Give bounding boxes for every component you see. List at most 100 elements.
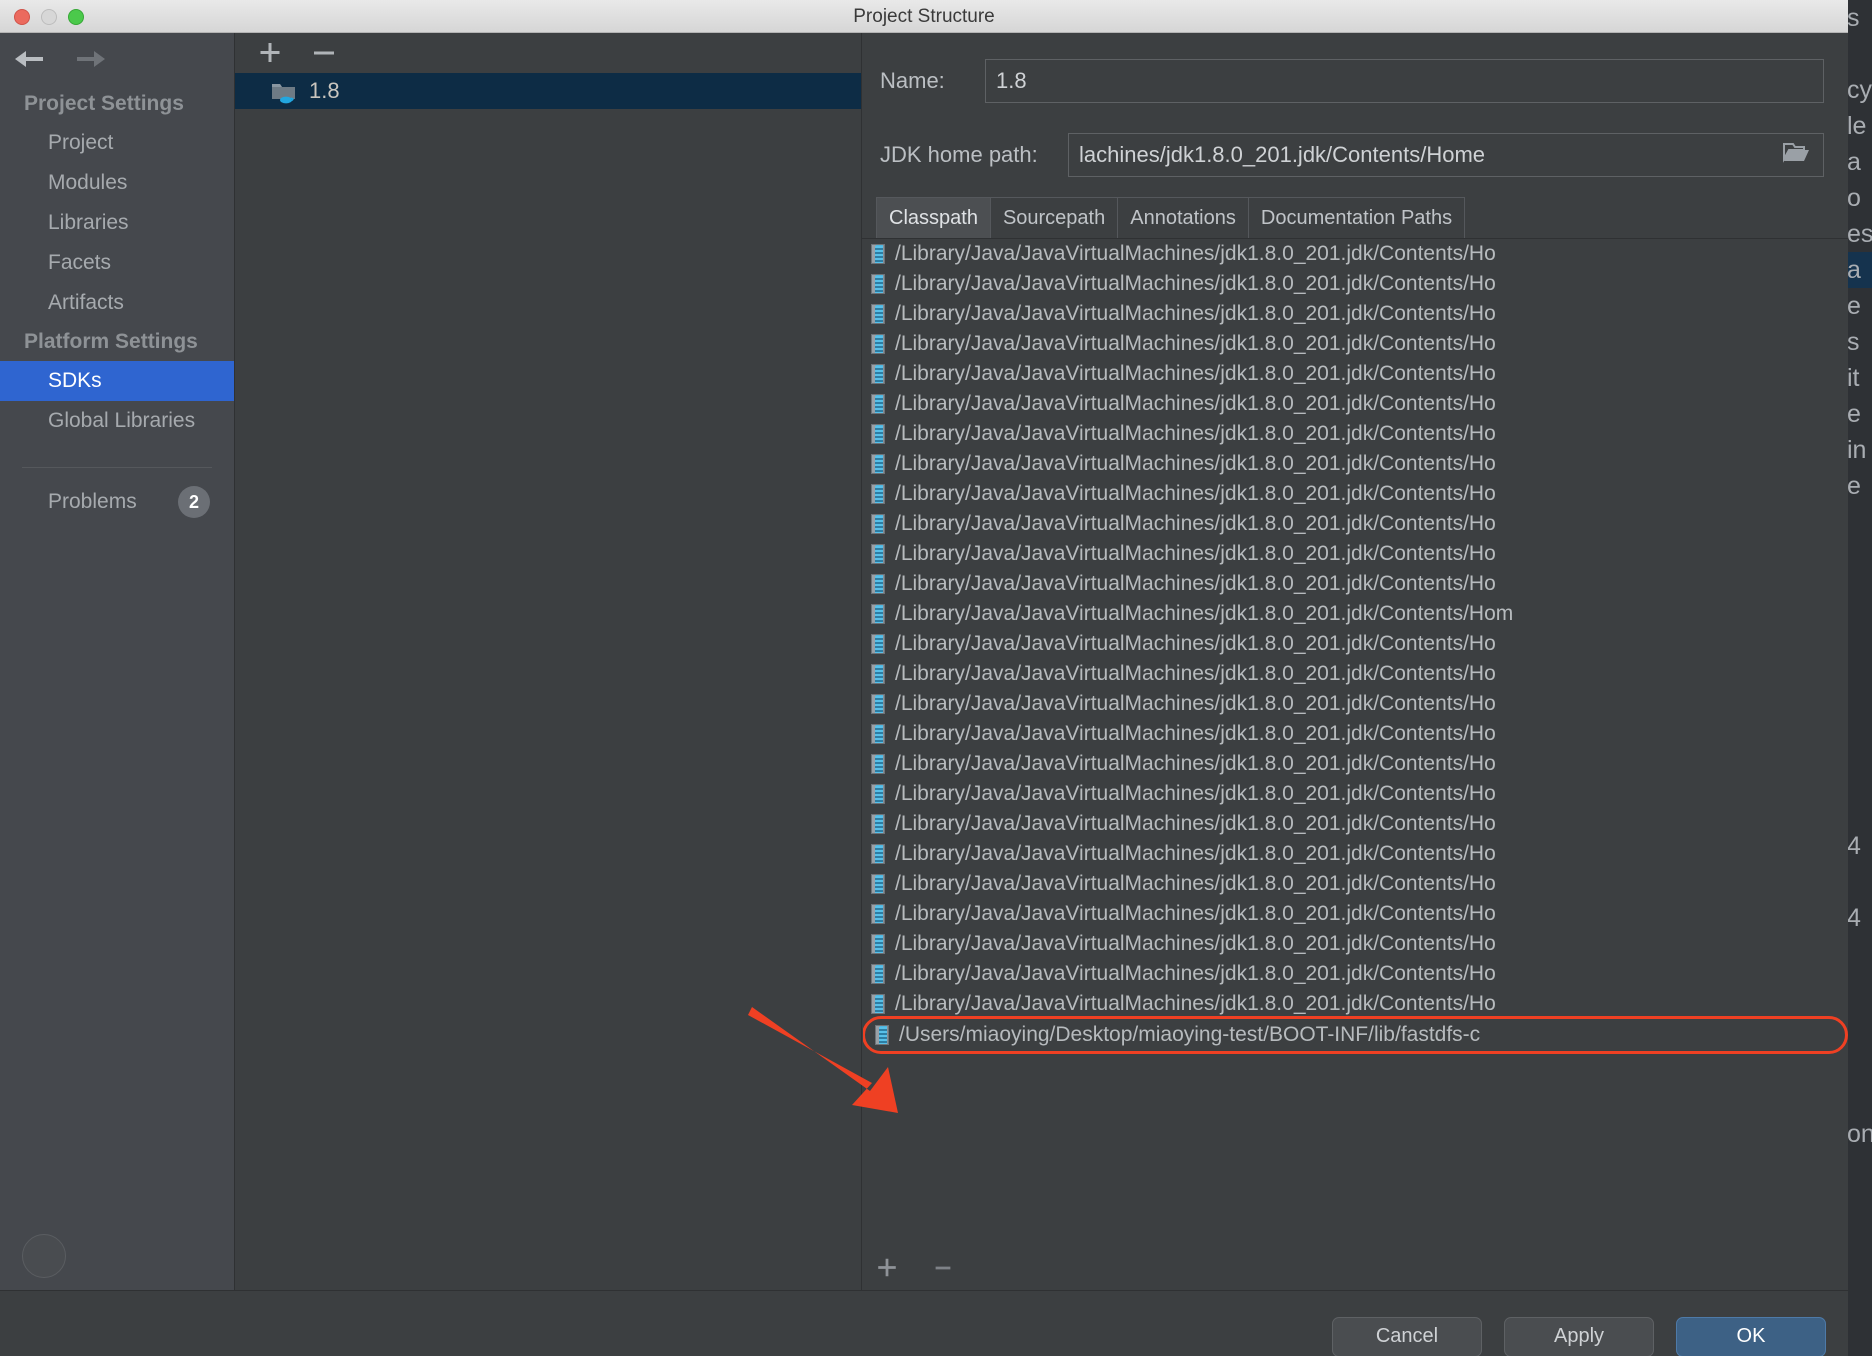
background-window-text-fragment	[1846, 612, 1872, 648]
jar-archive-icon	[871, 874, 885, 894]
add-classpath-button[interactable]	[870, 1251, 904, 1285]
sidebar-item-modules[interactable]: Modules	[0, 163, 234, 203]
classpath-row-label: /Library/Java/JavaVirtualMachines/jdk1.8…	[895, 572, 1496, 595]
background-window-sliver[interactable]: s cy le a o es a e s it e in e 4 4 on	[1846, 0, 1872, 1356]
classpath-row[interactable]: /Library/Java/JavaVirtualMachines/jdk1.8…	[863, 269, 1848, 299]
background-window-text-fragment	[1846, 648, 1872, 684]
background-window-text-fragment	[1846, 792, 1872, 828]
classpath-row[interactable]: /Library/Java/JavaVirtualMachines/jdk1.8…	[863, 749, 1848, 779]
classpath-row[interactable]: /Library/Java/JavaVirtualMachines/jdk1.8…	[863, 599, 1848, 629]
classpath-row[interactable]: /Library/Java/JavaVirtualMachines/jdk1.8…	[863, 659, 1848, 689]
sidebar-item-facets[interactable]: Facets	[0, 243, 234, 283]
back-arrow-icon[interactable]	[12, 45, 46, 73]
group-title-project-settings: Project Settings	[24, 92, 184, 115]
apply-button[interactable]: Apply	[1504, 1316, 1654, 1356]
tab-documentation-paths[interactable]: Documentation Paths	[1247, 197, 1466, 238]
jar-archive-icon	[871, 904, 885, 924]
sidebar-item-project[interactable]: Project	[0, 123, 234, 163]
jar-archive-icon	[871, 544, 885, 564]
jar-archive-icon	[871, 304, 885, 324]
dialog-footer: Cancel Apply OK	[0, 1290, 1848, 1356]
classpath-row-label: /Library/Java/JavaVirtualMachines/jdk1.8…	[895, 512, 1496, 535]
classpath-list[interactable]: /Library/Java/JavaVirtualMachines/jdk1.8…	[863, 239, 1848, 1246]
background-window-text-fragment	[1846, 36, 1872, 72]
classpath-row[interactable]: /Library/Java/JavaVirtualMachines/jdk1.8…	[863, 689, 1848, 719]
classpath-row-label: /Library/Java/JavaVirtualMachines/jdk1.8…	[895, 602, 1514, 625]
jar-archive-icon	[871, 334, 885, 354]
classpath-row[interactable]: /Library/Java/JavaVirtualMachines/jdk1.8…	[863, 509, 1848, 539]
classpath-row[interactable]: /Library/Java/JavaVirtualMachines/jdk1.8…	[863, 989, 1848, 1019]
classpath-row[interactable]: /Library/Java/JavaVirtualMachines/jdk1.8…	[863, 329, 1848, 359]
classpath-row-label: /Library/Java/JavaVirtualMachines/jdk1.8…	[895, 902, 1496, 925]
classpath-row-label: /Library/Java/JavaVirtualMachines/jdk1.8…	[895, 392, 1496, 415]
background-window-text-fragment	[1846, 576, 1872, 612]
classpath-row[interactable]: /Library/Java/JavaVirtualMachines/jdk1.8…	[863, 899, 1848, 929]
sdk-list-empty-area[interactable]	[235, 109, 861, 1290]
background-window-text-fragment: e	[1847, 472, 1861, 500]
classpath-row[interactable]: /Library/Java/JavaVirtualMachines/jdk1.8…	[863, 359, 1848, 389]
background-window-text-fragment: e	[1847, 400, 1861, 428]
jar-archive-icon	[871, 574, 885, 594]
classpath-row-label: /Library/Java/JavaVirtualMachines/jdk1.8…	[895, 302, 1496, 325]
title-bar[interactable]: Project Structure	[0, 0, 1848, 33]
add-sdk-button[interactable]	[253, 36, 287, 70]
classpath-row-label: /Library/Java/JavaVirtualMachines/jdk1.8…	[895, 332, 1496, 355]
sidebar-item-artifacts[interactable]: Artifacts	[0, 283, 234, 323]
jar-archive-icon	[871, 394, 885, 414]
classpath-row[interactable]: /Library/Java/JavaVirtualMachines/jdk1.8…	[863, 539, 1848, 569]
classpath-row-label: /Library/Java/JavaVirtualMachines/jdk1.8…	[895, 272, 1496, 295]
background-window-text-fragment	[1846, 864, 1872, 900]
classpath-row[interactable]: /Library/Java/JavaVirtualMachines/jdk1.8…	[863, 569, 1848, 599]
cancel-button[interactable]: Cancel	[1332, 1316, 1482, 1356]
classpath-row-label: /Library/Java/JavaVirtualMachines/jdk1.8…	[895, 662, 1496, 685]
name-input-value: 1.8	[996, 68, 1027, 93]
jar-archive-icon	[875, 1025, 889, 1045]
sidebar-nav-arrows	[0, 33, 234, 85]
classpath-row[interactable]: /Library/Java/JavaVirtualMachines/jdk1.8…	[863, 629, 1848, 659]
classpath-row[interactable]: /Library/Java/JavaVirtualMachines/jdk1.8…	[863, 449, 1848, 479]
classpath-row-label: /Library/Java/JavaVirtualMachines/jdk1.8…	[895, 242, 1496, 265]
sidebar-item-sdks[interactable]: SDKs	[0, 361, 234, 401]
jar-archive-icon	[871, 244, 885, 264]
forward-arrow-icon[interactable]	[74, 45, 108, 73]
classpath-row-label: /Library/Java/JavaVirtualMachines/jdk1.8…	[895, 992, 1496, 1015]
tab-annotations[interactable]: Annotations	[1117, 197, 1249, 238]
classpath-row[interactable]: /Library/Java/JavaVirtualMachines/jdk1.8…	[863, 839, 1848, 869]
classpath-row[interactable]: /Library/Java/JavaVirtualMachines/jdk1.8…	[863, 419, 1848, 449]
jdk-home-input[interactable]: lachines/jdk1.8.0_201.jdk/Contents/Home	[1068, 133, 1824, 177]
name-label: Name:	[880, 68, 945, 93]
screen-root: s cy le a o es a e s it e in e 4 4 on Project Structure	[0, 0, 1872, 1356]
sidebar-item-problems[interactable]: Problems 2	[0, 468, 234, 518]
classpath-row[interactable]: /Library/Java/JavaVirtualMachines/jdk1.8…	[863, 959, 1848, 989]
tab-classpath[interactable]: Classpath	[876, 197, 991, 238]
tab-sourcepath[interactable]: Sourcepath	[989, 197, 1119, 238]
problems-label: Problems	[48, 490, 137, 513]
jar-archive-icon	[871, 934, 885, 954]
classpath-row[interactable]: /Library/Java/JavaVirtualMachines/jdk1.8…	[863, 389, 1848, 419]
background-window-text-fragment	[1846, 1008, 1872, 1044]
jar-archive-icon	[871, 724, 885, 744]
help-button[interactable]	[22, 1234, 66, 1278]
name-field-row: Name: 1.8	[862, 59, 1848, 103]
classpath-row[interactable]: /Library/Java/JavaVirtualMachines/jdk1.8…	[863, 299, 1848, 329]
classpath-row[interactable]: /Library/Java/JavaVirtualMachines/jdk1.8…	[863, 479, 1848, 509]
remove-classpath-button[interactable]	[926, 1251, 960, 1285]
jar-archive-icon	[871, 964, 885, 984]
ok-button[interactable]: OK	[1676, 1316, 1826, 1356]
sidebar-item-global-libraries[interactable]: Global Libraries	[0, 401, 234, 441]
classpath-row[interactable]: /Library/Java/JavaVirtualMachines/jdk1.8…	[863, 809, 1848, 839]
sidebar-item-libraries[interactable]: Libraries	[0, 203, 234, 243]
jdk-home-input-value: lachines/jdk1.8.0_201.jdk/Contents/Home	[1079, 142, 1486, 167]
classpath-row[interactable]: /Library/Java/JavaVirtualMachines/jdk1.8…	[863, 869, 1848, 899]
classpath-row[interactable]: /Library/Java/JavaVirtualMachines/jdk1.8…	[863, 779, 1848, 809]
classpath-row[interactable]: /Library/Java/JavaVirtualMachines/jdk1.8…	[863, 719, 1848, 749]
folder-open-icon[interactable]	[1783, 141, 1813, 169]
remove-sdk-button[interactable]	[307, 36, 341, 70]
classpath-row[interactable]: /Library/Java/JavaVirtualMachines/jdk1.8…	[863, 239, 1848, 269]
classpath-row-highlighted[interactable]: /Users/miaoying/Desktop/miaoying-test/BO…	[863, 1016, 1848, 1054]
background-window-text-fragment: le	[1847, 112, 1867, 140]
background-window-text-fragment: o	[1847, 184, 1861, 212]
classpath-row[interactable]: /Library/Java/JavaVirtualMachines/jdk1.8…	[863, 929, 1848, 959]
sdk-list-item-18[interactable]: 1.8	[235, 73, 861, 109]
name-input[interactable]: 1.8	[985, 59, 1824, 103]
